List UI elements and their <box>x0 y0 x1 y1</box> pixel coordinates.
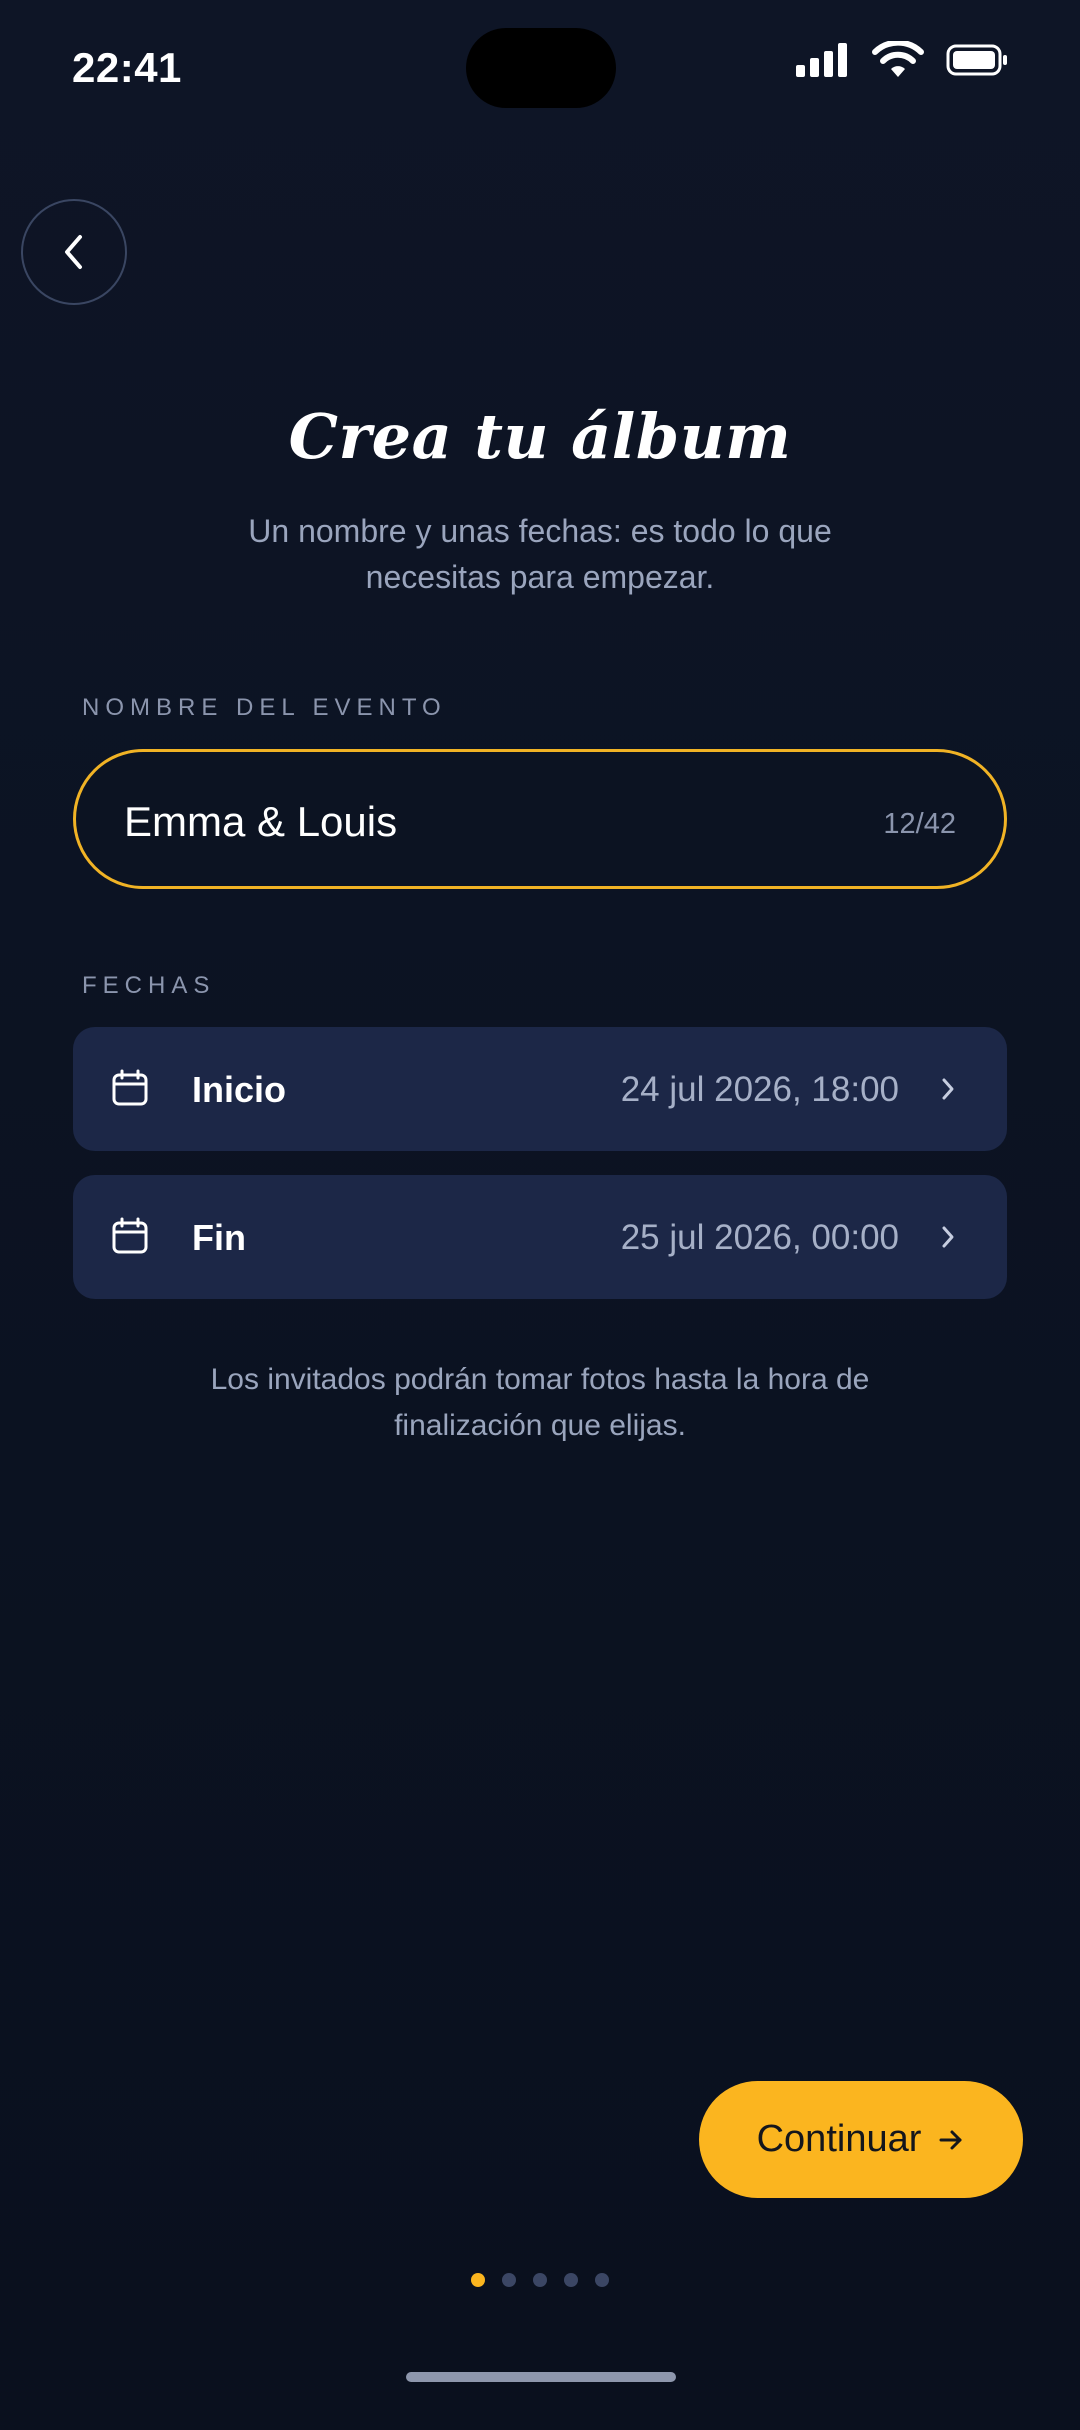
character-counter: 12/42 <box>883 808 956 840</box>
date-row-value: 25 jul 2026, 00:00 <box>620 1218 899 1257</box>
page-title: Crea tu álbum <box>288 400 792 473</box>
pagination-dots <box>0 2273 1080 2287</box>
battery-icon <box>946 44 1007 76</box>
page-subtitle: Un nombre y unas fechas: es todo lo que … <box>248 513 832 595</box>
continue-label: Continuar <box>756 2118 922 2160</box>
wifi-icon <box>872 41 924 77</box>
cellular-signal-icon <box>796 43 847 77</box>
chevron-left-icon <box>65 235 82 269</box>
event-name-field[interactable]: Emma & Louis 12/42 <box>73 749 1007 889</box>
home-indicator[interactable] <box>406 2372 676 2382</box>
page-dot <box>595 2273 609 2287</box>
page-dot <box>533 2273 547 2287</box>
event-name-label: NOMBRE DEL EVENTO <box>82 694 447 721</box>
create-album-screen: 22:41 Crea tu álbum Un nombre y unas fec… <box>0 0 1080 2430</box>
page-dot-active <box>471 2273 485 2287</box>
event-name-value[interactable]: Emma & Louis <box>124 798 397 846</box>
page-dot <box>502 2273 516 2287</box>
calendar-icon <box>112 1069 148 1106</box>
date-row-value: 24 jul 2026, 18:00 <box>620 1070 899 1109</box>
date-row-label: Inicio <box>192 1069 287 1110</box>
status-bar: 22:41 <box>0 0 1080 140</box>
dynamic-island <box>466 28 616 108</box>
date-row-end[interactable]: Fin 25 jul 2026, 00:00 <box>73 1175 1007 1299</box>
dates-label: FECHAS <box>82 972 216 999</box>
continue-button[interactable]: Continuar <box>699 2081 1023 2198</box>
status-time: 22:41 <box>72 44 182 91</box>
back-button[interactable] <box>21 199 127 305</box>
date-row-start[interactable]: Inicio 24 jul 2026, 18:00 <box>73 1027 1007 1151</box>
helper-text: Los invitados podrán tomar fotos hasta l… <box>210 1363 870 1442</box>
date-row-label: Fin <box>192 1217 246 1258</box>
page-dot <box>564 2273 578 2287</box>
chevron-right-icon <box>942 1078 954 1100</box>
chevron-right-icon <box>942 1226 954 1248</box>
arrow-right-icon <box>939 2130 962 2149</box>
calendar-icon <box>112 1217 148 1254</box>
status-icons <box>796 38 1008 82</box>
